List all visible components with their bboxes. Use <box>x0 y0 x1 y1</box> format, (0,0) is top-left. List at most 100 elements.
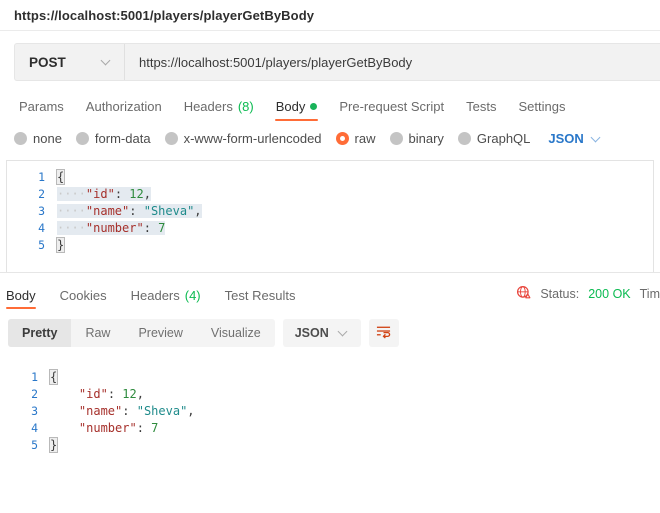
response-view-pretty[interactable]: Pretty <box>8 319 72 347</box>
globe-warning-icon <box>516 285 531 303</box>
response-code[interactable]: 1{2 "id": 12, 3 "name": "Sheva", 4 "number… <box>0 361 660 454</box>
request-code[interactable]: 1{2 ····"id": 12, 3 ····"name": "Sheva", 4 ··… <box>7 161 653 254</box>
response-language-label: JSON <box>294 326 329 340</box>
radio-icon <box>164 132 178 145</box>
radio-icon <box>14 132 27 145</box>
response-header-row: Body Cookies Headers (4) Test Results Status… <box>0 281 660 309</box>
code-token: "id" <box>78 387 108 401</box>
tab-label: Body <box>275 99 306 114</box>
response-tab-headers[interactable]: Headers (4) <box>119 288 213 309</box>
line-number: 1 <box>38 170 45 184</box>
response-tab-test-results[interactable]: Test Results <box>213 288 308 309</box>
body-present-dot-icon <box>310 103 318 110</box>
code-token: , <box>143 187 151 201</box>
tab-label: Test Results <box>224 288 296 303</box>
request-titlebar: https://localhost:5001/players/playerGet… <box>0 0 660 31</box>
request-tab-settings[interactable]: Settings <box>507 99 576 121</box>
code-token: 12 <box>122 387 137 401</box>
response-view-visualize[interactable]: Visualize <box>197 319 275 347</box>
response-view-preview[interactable]: Preview <box>124 319 196 347</box>
line-number: 5 <box>31 438 38 452</box>
body-language-selector[interactable]: JSON <box>548 131 601 146</box>
pane-splitter[interactable] <box>0 272 660 281</box>
tab-label: Headers <box>130 288 180 303</box>
code-token: : <box>129 204 144 218</box>
time-label: Tim <box>639 287 660 301</box>
body-language-label: JSON <box>548 131 584 146</box>
code-token: "name" <box>78 404 123 418</box>
code-token: ···· <box>57 204 86 218</box>
line-number: 3 <box>38 204 45 218</box>
response-tab-cookies[interactable]: Cookies <box>48 288 119 309</box>
code-text: { <box>48 369 660 386</box>
code-text: ····"number": 7 <box>57 220 653 237</box>
url-bar-container: POST https://localhost:5001/players/play… <box>0 31 660 91</box>
response-code-line: 4 "number": 7 <box>0 420 660 437</box>
body-type-label: GraphQL <box>476 131 531 146</box>
tab-label: Headers <box>183 99 233 114</box>
code-token: : <box>107 387 123 401</box>
code-text: "number": 7 <box>50 420 660 437</box>
code-text: { <box>55 169 653 186</box>
tab-count: (4) <box>184 288 201 303</box>
body-type-label: binary <box>408 131 444 146</box>
response-tab-body[interactable]: Body <box>0 288 48 309</box>
code-token: : <box>136 421 152 435</box>
word-wrap-button[interactable] <box>368 319 399 347</box>
request-code-line: 4 ····"number": 7 <box>7 220 653 237</box>
request-tab-headers[interactable]: Headers (8) <box>173 99 265 121</box>
code-token: { <box>48 369 59 385</box>
chevron-down-icon <box>339 328 349 338</box>
code-token: , <box>187 404 195 418</box>
request-title: https://localhost:5001/players/playerGet… <box>14 7 315 23</box>
code-token: "number" <box>85 221 144 235</box>
line-number: 4 <box>38 221 45 235</box>
url-text: https://localhost:5001/players/playerGet… <box>139 54 413 70</box>
response-code-line: 3 "name": "Sheva", <box>0 403 660 420</box>
code-token: { <box>55 169 66 185</box>
url-input[interactable]: https://localhost:5001/players/playerGet… <box>125 44 660 80</box>
line-number: 2 <box>38 187 45 201</box>
code-token: "id" <box>85 187 115 201</box>
response-view-raw[interactable]: Raw <box>71 319 124 347</box>
code-text: "name": "Sheva", <box>50 403 660 420</box>
body-type-form-data[interactable]: form-data <box>75 131 151 146</box>
body-type-raw[interactable]: raw <box>335 131 376 146</box>
request-code-line: 3 ····"name": "Sheva", <box>7 203 653 220</box>
status-value: 200 OK <box>588 287 631 301</box>
http-method-selector[interactable]: POST <box>15 44 125 80</box>
code-token: "name" <box>85 204 130 218</box>
request-tab-authorization[interactable]: Authorization <box>75 99 173 121</box>
request-tab-pre-request-script[interactable]: Pre-request Script <box>328 99 455 121</box>
response-body-viewer[interactable]: 1{2 "id": 12, 3 "name": "Sheva", 4 "number… <box>0 355 660 513</box>
body-type-none[interactable]: none <box>14 131 62 146</box>
code-text: ····"name": "Sheva", <box>57 203 653 220</box>
code-token: } <box>48 437 59 453</box>
tab-label: Body <box>6 288 36 303</box>
line-number: 4 <box>31 421 38 435</box>
chevron-down-icon <box>102 57 112 67</box>
request-tab-params[interactable]: Params <box>8 99 75 121</box>
line-number: 2 <box>31 387 38 401</box>
tab-label: Tests <box>466 99 497 114</box>
code-text: } <box>48 437 660 454</box>
response-language-selector[interactable]: JSON <box>282 319 361 347</box>
tab-label: Authorization <box>85 99 162 114</box>
response-tabs: Body Cookies Headers (4) Test Results <box>0 288 307 309</box>
code-token: , <box>194 204 202 218</box>
status-label: Status: <box>540 287 580 301</box>
code-token: ···· <box>57 187 86 201</box>
code-token: : <box>114 187 130 201</box>
request-tab-tests[interactable]: Tests <box>455 99 507 121</box>
body-type-binary[interactable]: binary <box>389 131 444 146</box>
body-type-graphql[interactable]: GraphQL <box>457 131 531 146</box>
body-type-x-www-form-urlencoded[interactable]: x-www-form-urlencoded <box>164 131 322 146</box>
radio-icon <box>389 132 403 145</box>
response-code-line: 2 "id": 12, <box>0 386 660 403</box>
request-body-editor[interactable]: 1{2 ····"id": 12, 3 ····"name": "Sheva", 4 ··… <box>6 160 654 272</box>
tab-label: Settings <box>518 99 566 114</box>
code-token: : <box>122 404 137 418</box>
request-tab-body[interactable]: Body <box>265 99 329 121</box>
